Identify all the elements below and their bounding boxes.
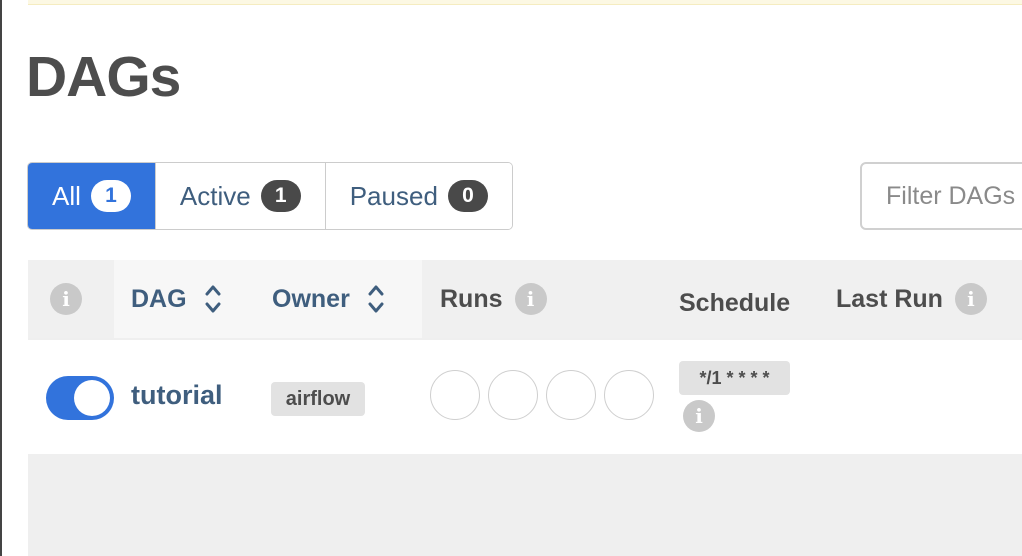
header-schedule: Schedule: [679, 264, 819, 342]
tab-active-label: Active: [179, 180, 251, 211]
header-runs-label: Runs: [440, 284, 503, 313]
header-dag-label: DAG: [131, 284, 187, 313]
run-state-circle[interactable]: [430, 370, 480, 420]
tab-all-label: All: [52, 180, 81, 211]
schedule-tag: */1 * * * *: [679, 361, 790, 395]
pause-toggle[interactable]: [46, 376, 114, 420]
tab-active-count-badge: 1: [260, 180, 301, 212]
filter-dags-input[interactable]: [860, 162, 1022, 230]
info-icon[interactable]: i: [683, 400, 715, 432]
tab-all-count-badge: 1: [90, 180, 131, 212]
header-owner-label: Owner: [272, 284, 350, 313]
info-icon[interactable]: i: [50, 283, 82, 315]
dags-table: i DAG Owner Runs i Schedule Last Run i t…: [28, 260, 1022, 556]
tab-all[interactable]: All 1: [28, 163, 155, 229]
header-schedule-label: Schedule: [679, 288, 791, 317]
alert-banner: [28, 0, 1022, 5]
sort-updown-icon: [205, 285, 221, 313]
info-icon[interactable]: i: [514, 283, 547, 315]
window-edge: [0, 0, 2, 556]
run-state-circle[interactable]: [546, 370, 596, 420]
table-row: tutorial airflow */1 * * * * i: [28, 340, 1022, 454]
header-last-run-label: Last Run: [836, 284, 943, 313]
toggle-knob: [74, 380, 110, 416]
header-info-cell: i: [50, 260, 90, 338]
tab-paused-count-badge: 0: [447, 180, 488, 212]
page-title: DAGs: [26, 45, 181, 109]
info-icon[interactable]: i: [954, 283, 987, 315]
tab-paused-label: Paused: [349, 180, 438, 211]
run-state-circle[interactable]: [488, 370, 538, 420]
header-owner[interactable]: Owner: [264, 260, 422, 338]
header-dag[interactable]: DAG: [114, 260, 264, 338]
status-filter-tabs: All 1 Active 1 Paused 0: [27, 162, 513, 230]
dag-id-link[interactable]: tutorial: [131, 380, 223, 411]
sort-updown-icon: [368, 285, 384, 313]
table-header-row: i DAG Owner Runs i Schedule Last Run i: [28, 260, 1022, 338]
header-last-run: Last Run i: [836, 260, 1022, 338]
tab-paused[interactable]: Paused 0: [324, 163, 512, 229]
owner-tag: airflow: [271, 382, 365, 416]
tab-active[interactable]: Active 1: [154, 163, 325, 229]
header-runs: Runs i: [440, 260, 640, 338]
run-state-circle[interactable]: [604, 370, 654, 420]
